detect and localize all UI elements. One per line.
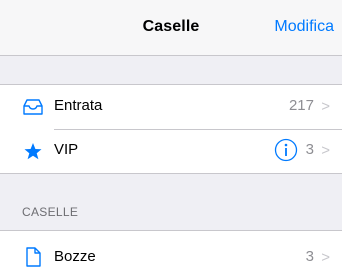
folder-list: Bozze 3 > (0, 230, 342, 280)
info-icon[interactable] (274, 138, 298, 162)
star-icon (24, 143, 42, 160)
inbox-label: Entrata (54, 97, 103, 114)
mailboxes-screen: Caselle Modifica Entrata 217 > VIP 3 > C… (0, 0, 342, 280)
list-item-drafts[interactable]: Bozze 3 > (0, 231, 342, 280)
chevron-right-icon: > (321, 98, 330, 115)
vip-label: VIP (54, 141, 79, 158)
section-header-mailboxes: CASELLE (22, 205, 79, 219)
mailbox-list: Entrata 217 > VIP 3 > (0, 84, 342, 174)
list-item-vip[interactable]: VIP 3 > (0, 129, 342, 173)
list-item-inbox[interactable]: Entrata 217 > (0, 85, 342, 129)
draft-document-icon (26, 247, 41, 267)
drafts-label: Bozze (54, 248, 96, 265)
inbox-tray-icon (23, 99, 43, 115)
edit-button[interactable]: Modifica (274, 18, 334, 36)
section-spacer (0, 56, 342, 84)
vip-count: 3 (305, 141, 314, 158)
chevron-right-icon: > (321, 249, 330, 266)
drafts-count: 3 (305, 248, 314, 265)
inbox-count: 217 (288, 97, 314, 114)
navigation-bar: Caselle Modifica (0, 0, 342, 56)
chevron-right-icon: > (321, 142, 330, 159)
